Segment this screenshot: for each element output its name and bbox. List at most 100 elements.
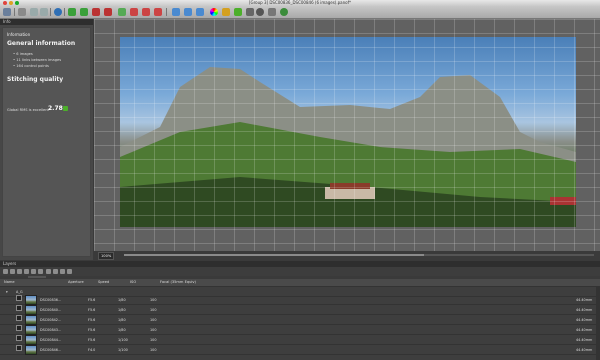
quality-label: Global RMS is excellent bbox=[7, 108, 49, 112]
layer-row[interactable]: DSC00844... F5.6 1/100 100 44.40mm bbox=[0, 335, 600, 345]
mountain-scene bbox=[120, 67, 576, 227]
layer-speed: 1/80 bbox=[118, 308, 126, 312]
layer-row[interactable]: DSC00842... F5.6 1/80 100 44.40mm bbox=[0, 315, 600, 325]
lock-icon[interactable] bbox=[53, 269, 58, 274]
layer-aperture: F5.6 bbox=[88, 328, 96, 332]
col-name[interactable]: Name bbox=[4, 279, 15, 286]
quality-ok-icon bbox=[63, 106, 68, 111]
layer-speed: 1/100 bbox=[118, 348, 128, 352]
col-focal[interactable]: Focal (35mm Equiv) bbox=[160, 279, 196, 286]
visibility-checkbox[interactable] bbox=[16, 305, 22, 311]
layer-aperture: F4.0 bbox=[88, 348, 96, 352]
preview-hscrollbar[interactable] bbox=[124, 254, 594, 256]
quality-value: 2.78 bbox=[48, 105, 63, 112]
grid-icon[interactable] bbox=[130, 8, 138, 16]
tools-icon[interactable] bbox=[268, 8, 276, 16]
layer-aperture: F5.6 bbox=[88, 298, 96, 302]
col-aperture[interactable]: Aperture bbox=[68, 279, 84, 286]
col-iso[interactable]: ISO bbox=[130, 279, 136, 286]
layer-row[interactable]: DSC00840... F5.6 1/80 100 44.40mm bbox=[0, 305, 600, 315]
duplicate-layer-icon[interactable] bbox=[17, 269, 22, 274]
zoom-select[interactable]: 100% bbox=[98, 252, 115, 260]
layer-name: DSC00836... bbox=[40, 298, 62, 302]
layer-thumbnail bbox=[25, 325, 37, 335]
visibility-checkbox[interactable] bbox=[16, 295, 22, 301]
layer-thumbnail bbox=[25, 295, 37, 305]
layer-aperture: F5.6 bbox=[88, 308, 96, 312]
settings-icon[interactable] bbox=[256, 8, 264, 16]
layers-icon[interactable] bbox=[246, 8, 254, 16]
visibility-checkbox[interactable] bbox=[16, 325, 22, 331]
info-icon[interactable] bbox=[280, 8, 288, 16]
layer-focal: 44.40mm bbox=[576, 348, 593, 352]
visibility-checkbox[interactable] bbox=[16, 315, 22, 321]
stitching-quality-title: Stitching quality bbox=[7, 76, 64, 83]
main-toolbar bbox=[0, 6, 600, 19]
layer-iso: 100 bbox=[150, 338, 157, 342]
open-icon[interactable] bbox=[18, 8, 26, 16]
add-icon[interactable] bbox=[68, 8, 76, 16]
link-icon[interactable] bbox=[60, 269, 65, 274]
bullet-links: • 11 links between images bbox=[13, 58, 62, 62]
layers-list: ▾ A_G DSC00836... F5.6 1/80 100 44.40mm … bbox=[0, 287, 600, 360]
layer-name: DSC00844... bbox=[40, 338, 62, 342]
layer-row[interactable]: DSC00836... F5.6 1/80 100 44.40mm bbox=[0, 295, 600, 305]
hscroll-thumb[interactable] bbox=[124, 254, 424, 256]
general-information-title: General information bbox=[7, 40, 76, 47]
visibility-icon[interactable] bbox=[46, 269, 51, 274]
mask-icon[interactable] bbox=[172, 8, 180, 16]
layer-row[interactable]: DSC00843... F5.6 1/80 100 44.40mm bbox=[0, 325, 600, 335]
rotate-icon[interactable] bbox=[118, 8, 126, 16]
col-speed[interactable]: Speed bbox=[98, 279, 109, 286]
layer-name: DSC00842... bbox=[40, 318, 62, 322]
layer-name: DSC00840... bbox=[40, 308, 62, 312]
layer-focal: 44.40mm bbox=[576, 318, 593, 322]
info-content: Information General information • 6 imag… bbox=[2, 27, 91, 257]
layer-aperture: F5.6 bbox=[88, 318, 96, 322]
warp-icon[interactable] bbox=[196, 8, 204, 16]
layer-thumbnail bbox=[25, 315, 37, 325]
move-icon[interactable] bbox=[104, 8, 112, 16]
layer-row[interactable]: DSC00846... F4.0 1/100 100 44.40mm bbox=[0, 345, 600, 355]
info-panel: Info Information General information • 6… bbox=[0, 19, 93, 278]
globe-icon[interactable] bbox=[54, 8, 62, 16]
layers-vscrollbar[interactable] bbox=[596, 287, 600, 360]
layer-thumbnail bbox=[25, 305, 37, 315]
layer-aperture: F5.6 bbox=[88, 338, 96, 342]
brush-icon[interactable] bbox=[234, 8, 242, 16]
new-icon[interactable] bbox=[3, 8, 11, 16]
layer-iso: 100 bbox=[150, 348, 157, 352]
mask-layer-icon[interactable] bbox=[67, 269, 72, 274]
layer-speed: 1/80 bbox=[118, 298, 126, 302]
crop-icon[interactable] bbox=[92, 8, 100, 16]
control-points-icon[interactable] bbox=[142, 8, 150, 16]
add-layer-icon[interactable] bbox=[3, 269, 8, 274]
render-icon[interactable] bbox=[222, 8, 230, 16]
undo-icon[interactable] bbox=[30, 8, 38, 16]
preview-statusbar: 100% bbox=[94, 251, 600, 260]
move-down-icon[interactable] bbox=[38, 269, 43, 274]
visibility-checkbox[interactable] bbox=[16, 345, 22, 351]
layer-iso: 100 bbox=[150, 308, 157, 312]
panorama-preview[interactable]: 100% bbox=[94, 19, 600, 260]
blend-icon[interactable] bbox=[184, 8, 192, 16]
redo-icon[interactable] bbox=[40, 8, 48, 16]
stitched-panorama-image bbox=[120, 37, 576, 227]
layers-column-header: Name Aperture Speed ISO Focal (35mm Equi… bbox=[0, 279, 600, 287]
select-icon[interactable] bbox=[80, 8, 88, 16]
layer-name: DSC00843... bbox=[40, 328, 62, 332]
optimize-icon[interactable] bbox=[154, 8, 162, 16]
delete-layer-icon[interactable] bbox=[24, 269, 29, 274]
move-up-icon[interactable] bbox=[31, 269, 36, 274]
color-icon[interactable] bbox=[210, 8, 218, 16]
layer-focal: 44.40mm bbox=[576, 308, 593, 312]
layer-speed: 1/100 bbox=[118, 338, 128, 342]
layer-iso: 100 bbox=[150, 328, 157, 332]
layer-speed: 1/80 bbox=[118, 328, 126, 332]
layer-thumbnail bbox=[25, 345, 37, 355]
visibility-checkbox[interactable] bbox=[16, 335, 22, 341]
layer-iso: 100 bbox=[150, 318, 157, 322]
layer-name: DSC00846... bbox=[40, 348, 62, 352]
add-group-icon[interactable] bbox=[10, 269, 15, 274]
layers-toolbar bbox=[0, 267, 600, 276]
